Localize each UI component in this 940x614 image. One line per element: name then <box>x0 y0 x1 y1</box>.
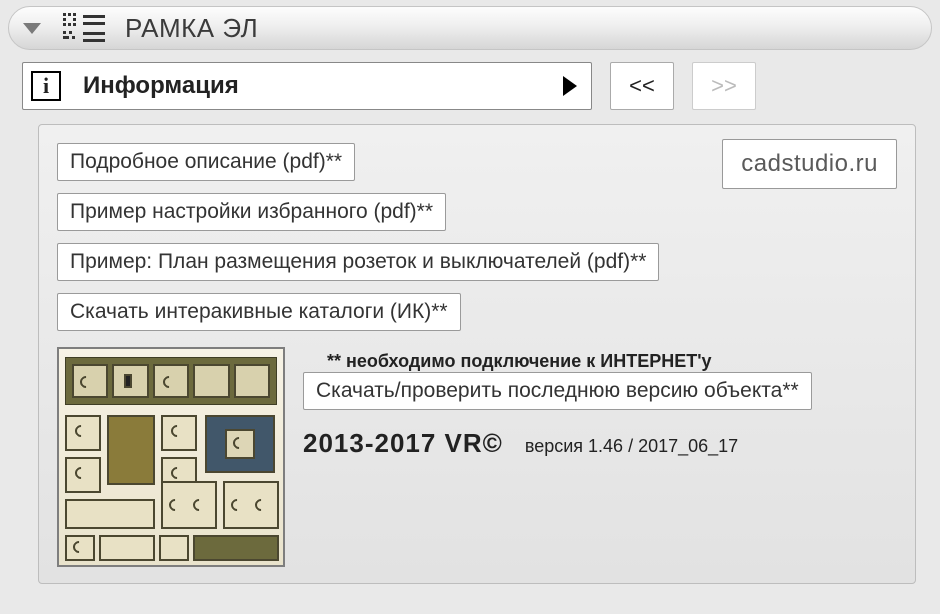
version-text: версия 1.46 / 2017_06_17 <box>525 436 738 457</box>
link-favorites-example[interactable]: Пример настройки избранного (pdf)** <box>57 193 446 231</box>
object-icon <box>63 13 107 43</box>
nav-row: i Информация << >> <box>0 62 940 124</box>
info-icon: i <box>31 71 61 101</box>
brand-link[interactable]: cadstudio.ru <box>722 139 897 189</box>
collapse-icon[interactable] <box>23 23 41 34</box>
internet-note: ** необходимо подключение к ИНТЕРНЕТ'у <box>327 351 897 372</box>
content-card: Подробное описание (pdf)** Пример настро… <box>38 124 916 584</box>
credit-line: 2013-2017 VR© версия 1.46 / 2017_06_17 <box>303 428 897 459</box>
object-title: РАМКА ЭЛ <box>125 13 258 44</box>
copyright-years: 2013-2017 VR© <box>303 428 503 459</box>
link-plan-example[interactable]: Пример: План размещения розеток и выключ… <box>57 243 659 281</box>
link-check-update[interactable]: Скачать/проверить последнюю версию объек… <box>303 372 812 410</box>
dropdown-arrow-icon <box>563 76 577 96</box>
next-button: >> <box>692 62 756 110</box>
link-description[interactable]: Подробное описание (pdf)** <box>57 143 355 181</box>
info-label: Информация <box>83 72 563 100</box>
info-dropdown[interactable]: i Информация <box>22 62 592 110</box>
link-catalogs[interactable]: Скачать интеракивные каталоги (ИК)** <box>57 293 461 331</box>
preview-thumbnail <box>57 347 285 567</box>
title-bar: РАМКА ЭЛ <box>8 6 932 50</box>
prev-button[interactable]: << <box>610 62 674 110</box>
